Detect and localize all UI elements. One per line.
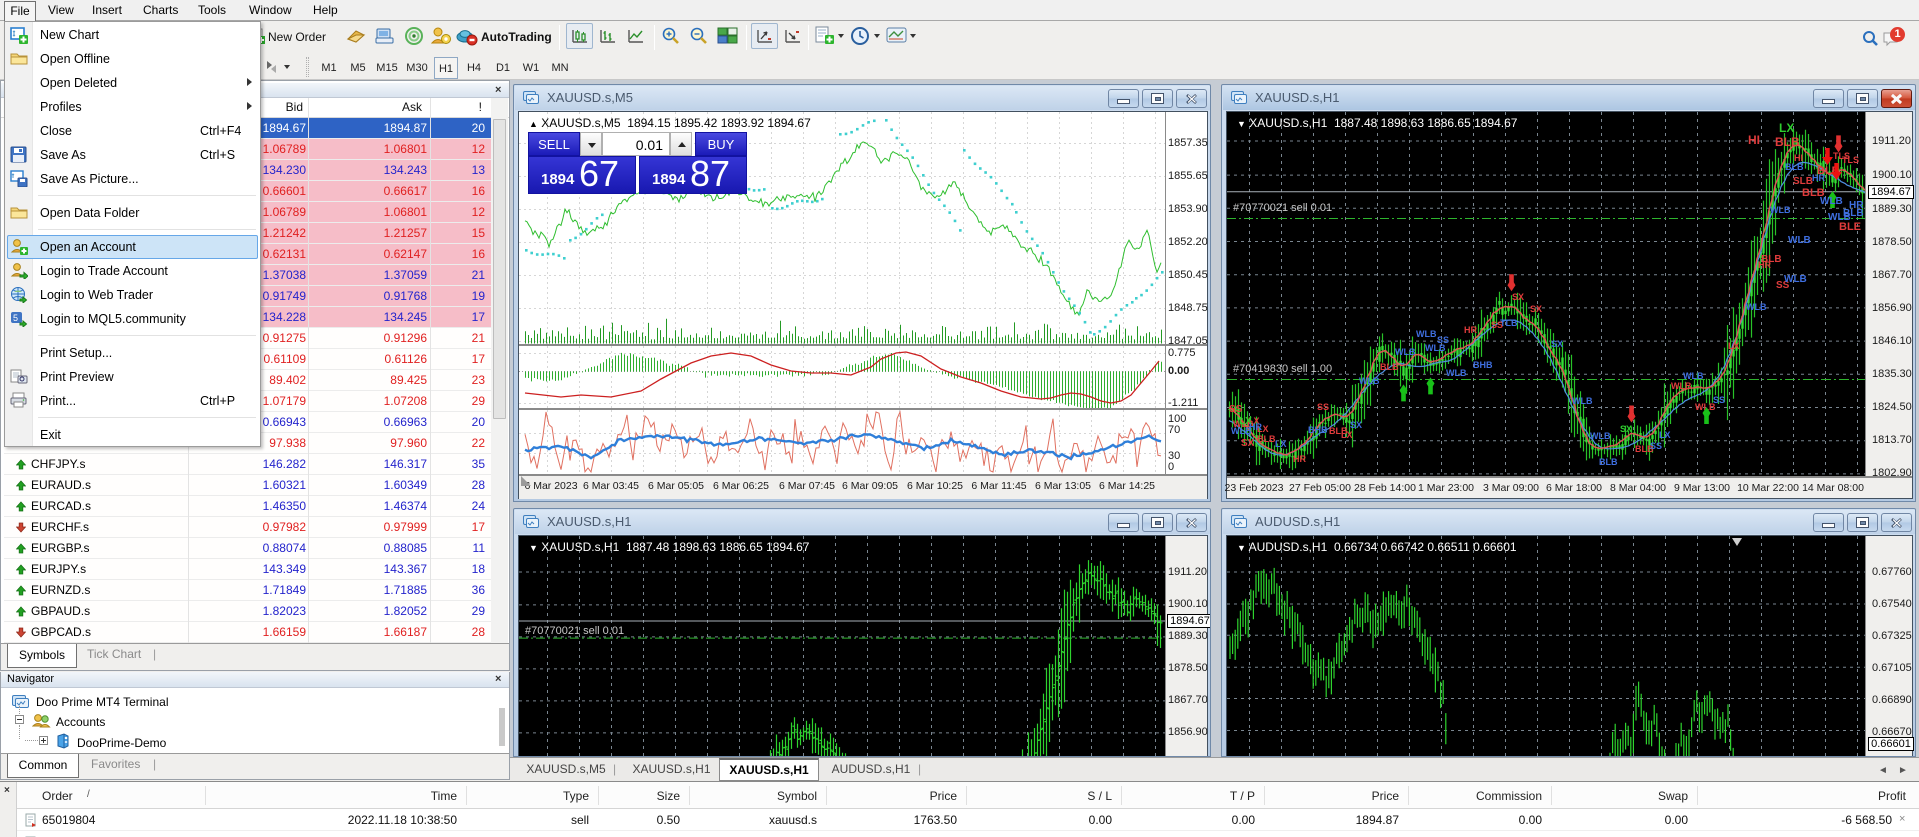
svg-text:WLB: WLB — [1820, 196, 1843, 207]
svg-text:WLB: WLB — [1746, 302, 1767, 312]
svg-text:WLB: WLB — [1359, 376, 1380, 386]
svg-text:BLB: BLB — [1380, 362, 1399, 372]
svg-text:SX: SX — [1620, 424, 1632, 434]
svg-text:BLB: BLB — [1775, 135, 1800, 149]
svg-text:SS: SS — [1317, 402, 1329, 412]
svg-text:SLB: SLB — [1793, 176, 1813, 187]
svg-text:WLB: WLB — [1572, 396, 1593, 406]
svg-text:HR: HR — [1249, 422, 1262, 432]
svg-text:SX: SX — [1530, 304, 1542, 314]
svg-text:TLB: TLB — [1500, 318, 1518, 328]
svg-text:WLB: WLB — [1590, 431, 1611, 441]
svg-text:LX: LX — [1728, 341, 1740, 351]
svg-text:BLB: BLB — [1761, 254, 1782, 265]
svg-text:TLS: TLS — [1842, 155, 1859, 165]
svg-text:WLB: WLB — [1446, 368, 1467, 378]
svg-text:SS: SS — [1437, 335, 1449, 345]
svg-text:HR: HR — [1293, 454, 1306, 464]
svg-text:LX: LX — [1275, 439, 1287, 449]
svg-text:HR: HR — [1849, 200, 1864, 211]
svg-text:HI: HI — [1748, 133, 1760, 147]
svg-text:WLB: WLB — [1416, 329, 1437, 339]
svg-text:WLB: WLB — [1784, 274, 1807, 285]
svg-text:LX: LX — [1779, 121, 1794, 135]
svg-text:SX: SX — [1551, 339, 1563, 349]
svg-text:SX: SX — [1350, 420, 1362, 430]
svg-text:SS: SS — [1713, 395, 1725, 405]
svg-text:LX: LX — [1659, 430, 1671, 440]
svg-text:WLB: WLB — [1788, 235, 1811, 246]
svg-text:LX: LX — [1341, 430, 1353, 440]
svg-text:BLB: BLB — [1257, 434, 1276, 444]
svg-text:WLB: WLB — [1671, 381, 1692, 391]
svg-text:WLB: WLB — [1683, 371, 1704, 381]
svg-text:SS: SS — [1650, 441, 1662, 451]
svg-text:WLB: WLB — [1395, 347, 1416, 357]
svg-text:BLB: BLB — [1599, 457, 1618, 467]
svg-text:BLB: BLB — [1785, 162, 1804, 172]
svg-text:BHB: BHB — [1473, 360, 1493, 370]
svg-text:BHB: BHB — [1308, 425, 1328, 435]
svg-text:SX: SX — [1512, 292, 1524, 302]
svg-text:SX: SX — [1241, 438, 1255, 449]
svg-text:HR: HR — [1464, 325, 1477, 335]
svg-text:BLE: BLE — [1839, 221, 1861, 233]
svg-text:HI: HI — [1794, 153, 1803, 163]
svg-text:SS: SS — [1229, 404, 1243, 415]
svg-text:WLB: WLB — [1770, 205, 1791, 215]
